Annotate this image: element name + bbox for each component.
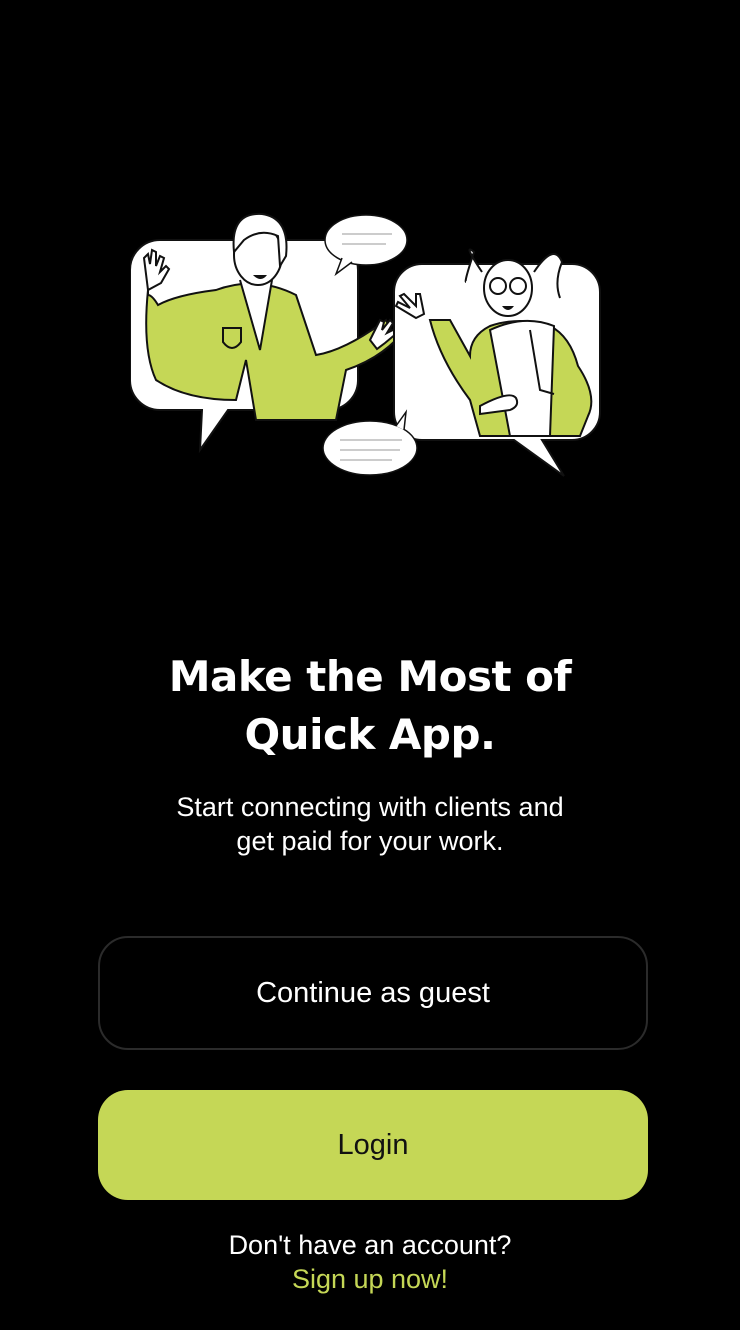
continue-as-guest-button[interactable]: Continue as guest (98, 936, 648, 1050)
page-title-line-2: Quick App. (244, 710, 496, 759)
login-button[interactable]: Login (98, 1090, 648, 1200)
page-subtitle-line-1: Start connecting with clients and (176, 792, 564, 822)
chat-people-illustration (129, 200, 610, 490)
continue-as-guest-label: Continue as guest (256, 976, 490, 1009)
page-title-line-1: Make the Most of (168, 652, 572, 701)
page-subtitle-line-2: get paid for your work. (236, 826, 504, 856)
no-account-text: Don't have an account? (228, 1230, 512, 1260)
left-person-bubble (129, 212, 408, 454)
page-title: Make the Most of Quick App. (0, 648, 740, 764)
signup-link[interactable]: Sign up now! (292, 1264, 448, 1294)
page-subtitle: Start connecting with clients and get pa… (0, 790, 740, 858)
signup-link-row: Sign up now! (0, 1262, 740, 1296)
login-label: Login (337, 1128, 409, 1161)
